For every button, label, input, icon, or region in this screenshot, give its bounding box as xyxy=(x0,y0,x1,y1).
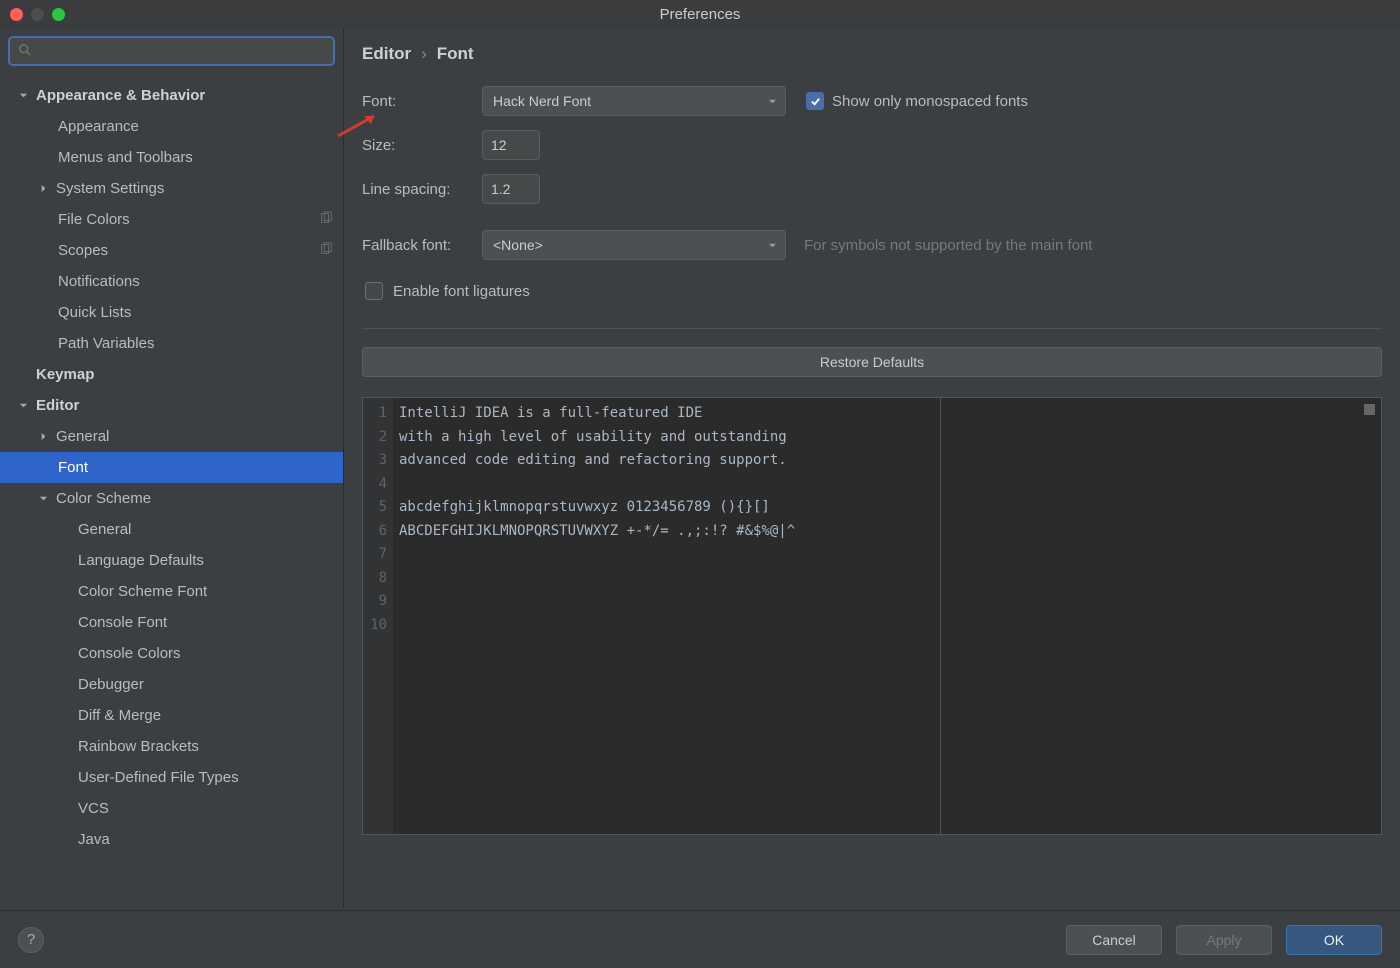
preview-right-pane xyxy=(941,398,1381,834)
fallback-label: Fallback font: xyxy=(362,237,482,254)
fallback-hint: For symbols not supported by the main fo… xyxy=(804,237,1092,254)
tree-item-notifications[interactable]: Notifications xyxy=(0,266,343,297)
tree-item-quick-lists[interactable]: Quick Lists xyxy=(0,297,343,328)
show-monospaced-label: Show only monospaced fonts xyxy=(832,93,1028,110)
size-label: Size: xyxy=(362,137,482,154)
tree-item-cs-font[interactable]: Color Scheme Font xyxy=(0,576,343,607)
font-select-value: Hack Nerd Font xyxy=(493,93,591,109)
apply-button[interactable]: Apply xyxy=(1176,925,1272,955)
tree-item-cs-udft[interactable]: User-Defined File Types xyxy=(0,762,343,793)
search-input[interactable] xyxy=(8,36,335,66)
help-button[interactable]: ? xyxy=(18,927,44,953)
check-icon xyxy=(810,96,821,107)
chevron-right-icon xyxy=(36,182,50,196)
settings-tree[interactable]: Appearance & Behavior Appearance Menus a… xyxy=(0,74,343,908)
search-icon xyxy=(18,43,32,60)
font-select[interactable]: Hack Nerd Font xyxy=(482,86,786,116)
fallback-select-value: <None> xyxy=(493,237,543,253)
cancel-button[interactable]: Cancel xyxy=(1066,925,1162,955)
bottom-bar: ? Cancel Apply OK xyxy=(0,910,1400,968)
ligatures-checkbox[interactable] xyxy=(365,282,383,300)
titlebar: Preferences xyxy=(0,0,1400,28)
font-label: Font: xyxy=(362,93,482,110)
tree-item-cs-lang-defaults[interactable]: Language Defaults xyxy=(0,545,343,576)
breadcrumb: Editor › Font xyxy=(362,44,1382,64)
tree-item-cs-general[interactable]: General xyxy=(0,514,343,545)
chevron-down-icon xyxy=(16,89,30,103)
show-monospaced-checkbox[interactable] xyxy=(806,92,824,110)
restore-defaults-button[interactable]: Restore Defaults xyxy=(362,347,1382,377)
tree-item-appearance-behavior[interactable]: Appearance & Behavior xyxy=(0,80,343,111)
tree-item-scopes[interactable]: Scopes xyxy=(0,235,343,266)
copy-icon xyxy=(319,242,333,260)
breadcrumb-editor[interactable]: Editor xyxy=(362,44,411,64)
ok-button[interactable]: OK xyxy=(1286,925,1382,955)
tree-item-path-variables[interactable]: Path Variables xyxy=(0,328,343,359)
tree-item-cs-rainbow[interactable]: Rainbow Brackets xyxy=(0,731,343,762)
font-preview: 12345678910 IntelliJ IDEA is a full-feat… xyxy=(362,397,1382,835)
linespacing-label: Line spacing: xyxy=(362,181,482,198)
tree-item-cs-debugger[interactable]: Debugger xyxy=(0,669,343,700)
copy-icon xyxy=(319,211,333,229)
tree-item-editor[interactable]: Editor xyxy=(0,390,343,421)
tree-item-menus-toolbars[interactable]: Menus and Toolbars xyxy=(0,142,343,173)
tree-item-cs-vcs[interactable]: VCS xyxy=(0,793,343,824)
chevron-right-icon xyxy=(36,430,50,444)
tree-item-cs-console-font[interactable]: Console Font xyxy=(0,607,343,638)
tree-item-system-settings[interactable]: System Settings xyxy=(0,173,343,204)
tree-item-keymap[interactable]: Keymap xyxy=(0,359,343,390)
sidebar: Appearance & Behavior Appearance Menus a… xyxy=(0,28,344,908)
tree-item-cs-console-colors[interactable]: Console Colors xyxy=(0,638,343,669)
ligatures-label: Enable font ligatures xyxy=(393,283,530,300)
breadcrumb-sep: › xyxy=(421,44,427,64)
tree-item-appearance[interactable]: Appearance xyxy=(0,111,343,142)
fallback-select[interactable]: <None> xyxy=(482,230,786,260)
linespacing-input[interactable]: 1.2 xyxy=(482,174,540,204)
code-preview[interactable]: IntelliJ IDEA is a full-featured IDE wit… xyxy=(393,398,940,834)
gutter: 12345678910 xyxy=(363,398,393,834)
tree-item-cs-diff-merge[interactable]: Diff & Merge xyxy=(0,700,343,731)
size-input[interactable]: 12 xyxy=(482,130,540,160)
error-stripe-marker xyxy=(1364,404,1375,415)
chevron-down-icon xyxy=(36,492,50,506)
tree-item-editor-font[interactable]: Font xyxy=(0,452,343,483)
tree-item-editor-general[interactable]: General xyxy=(0,421,343,452)
tree-item-color-scheme[interactable]: Color Scheme xyxy=(0,483,343,514)
chevron-down-icon xyxy=(768,237,777,253)
chevron-down-icon xyxy=(16,399,30,413)
divider xyxy=(362,328,1382,329)
breadcrumb-font: Font xyxy=(437,44,474,64)
tree-item-file-colors[interactable]: File Colors xyxy=(0,204,343,235)
chevron-down-icon xyxy=(768,93,777,109)
tree-item-cs-java[interactable]: Java xyxy=(0,824,343,855)
window-title: Preferences xyxy=(0,6,1400,23)
